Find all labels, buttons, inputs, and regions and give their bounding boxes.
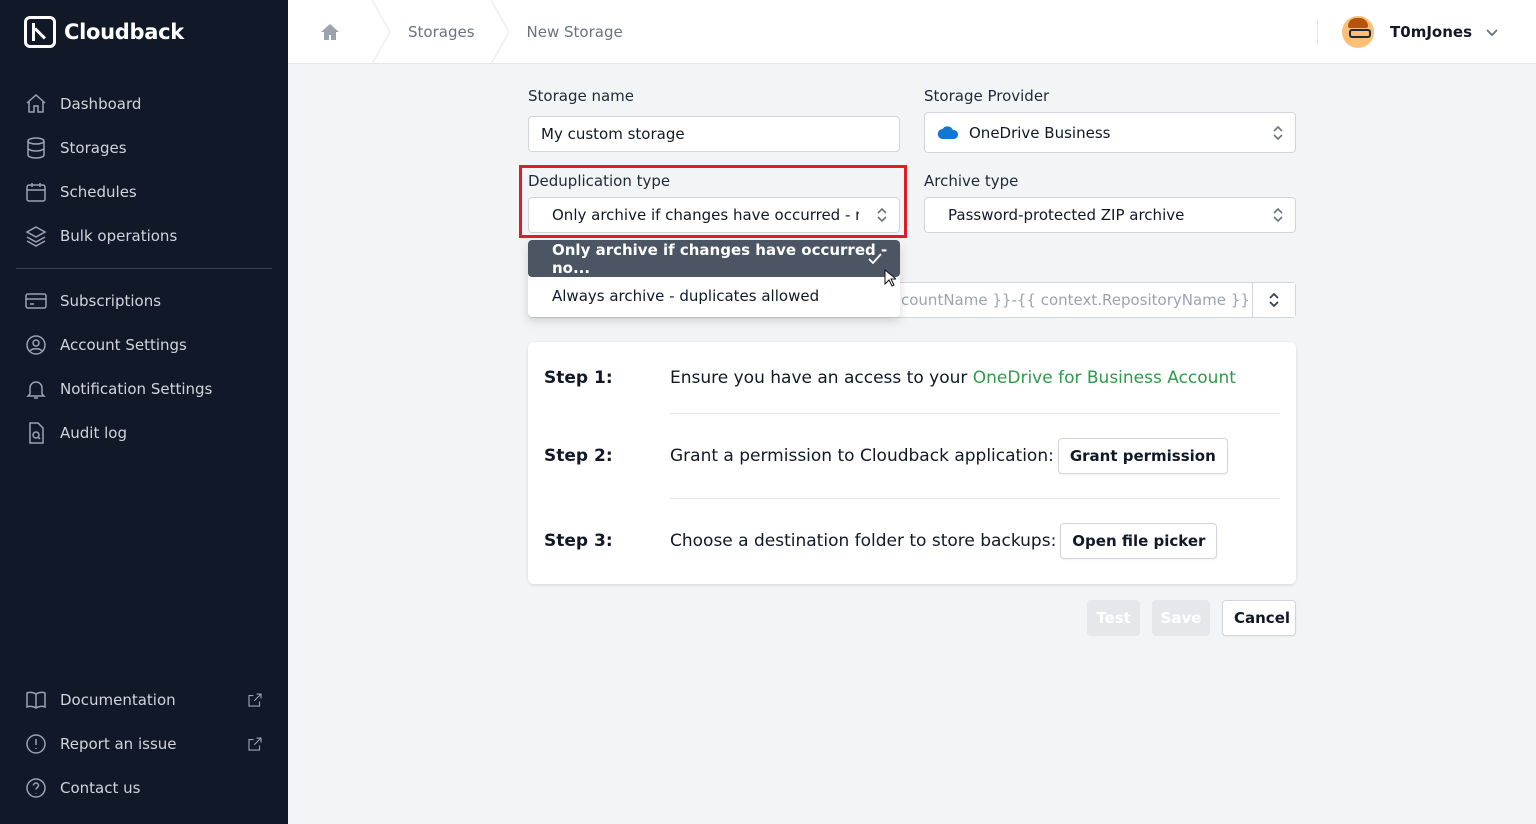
breadcrumb: Storages New Storage (288, 0, 639, 64)
exclamation-circle-icon (26, 734, 46, 754)
chevron-updown-icon (1269, 292, 1279, 308)
user-menu[interactable]: T0mJones (1317, 0, 1536, 64)
sidebar-item-label: Contact us (60, 779, 141, 797)
main-nav: Dashboard Storages Schedules Bulk operat… (16, 82, 272, 455)
storage-name-value: My custom storage (541, 125, 685, 143)
sidebar-item-label: Subscriptions (60, 292, 162, 310)
step-divider (670, 498, 1280, 499)
name-template-toggle-button[interactable] (1252, 283, 1295, 317)
select-arrows-icon (1271, 124, 1285, 142)
step-1: Step 1: Ensure you have an access to you… (544, 364, 1280, 392)
setup-steps-card: Step 1: Ensure you have an access to you… (528, 342, 1296, 584)
breadcrumb-separator (372, 0, 391, 64)
breadcrumb-new-storage: New Storage (526, 23, 623, 41)
open-file-picker-button[interactable]: Open file picker (1060, 523, 1218, 559)
focus-highlight-box (519, 165, 907, 238)
step-number: Step 1: (544, 368, 613, 388)
home-icon (26, 93, 46, 113)
archive-type-label: Archive type (924, 172, 1019, 190)
app-name: Cloudback (64, 20, 184, 44)
sidebar-item-audit-log[interactable]: Audit log (16, 411, 272, 455)
option-label: Always archive - duplicates allowed (552, 286, 820, 305)
chevron-down-icon (1486, 29, 1498, 37)
step-3: Step 3: Choose a destination folder to s… (544, 523, 1280, 559)
external-link-icon (248, 737, 262, 751)
mouse-cursor-icon (884, 269, 896, 287)
sidebar-item-label: Notification Settings (60, 380, 213, 398)
test-button[interactable]: Test (1087, 600, 1140, 636)
sidebar-item-label: Schedules (60, 183, 137, 201)
home-icon (321, 24, 339, 40)
save-button[interactable]: Save (1152, 600, 1210, 636)
breadcrumb-home[interactable] (288, 0, 372, 64)
nav-divider (16, 268, 272, 269)
layers-icon (25, 226, 47, 247)
breadcrumb-separator (490, 0, 510, 64)
sidebar-item-label: Account Settings (60, 336, 187, 354)
app-logo[interactable]: Cloudback (24, 16, 184, 48)
cloudback-logo-icon (24, 16, 56, 48)
storage-name-label: Storage name (528, 87, 634, 105)
sidebar: Cloudback Dashboard Storages Schedules B… (0, 0, 288, 824)
sidebar-item-dashboard[interactable]: Dashboard (16, 82, 272, 126)
bell-icon (26, 381, 46, 399)
step-text: Ensure you have an access to your OneDri… (670, 368, 1236, 388)
option-label: Only archive if changes have occurred - … (552, 240, 888, 277)
step-1-text: Ensure you have an access to your (670, 368, 973, 388)
onedrive-account-link[interactable]: OneDrive for Business Account (973, 368, 1236, 388)
question-circle-icon (26, 778, 46, 798)
step-number: Step 3: (544, 531, 613, 551)
sidebar-item-account-settings[interactable]: Account Settings (16, 323, 272, 367)
sidebar-item-storages[interactable]: Storages (16, 126, 272, 170)
top-header: Storages New Storage T0mJones (288, 0, 1536, 64)
cancel-button[interactable]: Cancel (1222, 600, 1296, 636)
external-link-icon (248, 693, 262, 707)
sidebar-item-label: Dashboard (60, 95, 142, 113)
archive-type-value: Password-protected ZIP archive (948, 206, 1185, 224)
sidebar-item-label: Audit log (60, 424, 127, 442)
user-circle-icon (26, 335, 46, 355)
bottom-nav: Documentation Report an issue Contact us (16, 678, 272, 810)
calendar-icon (26, 183, 46, 202)
user-name: T0mJones (1390, 23, 1472, 41)
sidebar-item-documentation[interactable]: Documentation (16, 678, 272, 722)
sidebar-item-label: Report an issue (60, 735, 177, 753)
deduplication-dropdown-menu: Only archive if changes have occurred - … (528, 240, 900, 317)
storage-name-input[interactable]: My custom storage (528, 116, 900, 152)
database-icon (27, 137, 45, 159)
avatar (1342, 16, 1375, 48)
sidebar-item-bulk-operations[interactable]: Bulk operations (16, 214, 272, 258)
sidebar-item-schedules[interactable]: Schedules (16, 170, 272, 214)
checkmark-icon (868, 252, 882, 264)
step-2: Step 2: Grant a permission to Cloudback … (544, 438, 1280, 474)
select-arrows-icon (1271, 206, 1285, 224)
step-text: Choose a destination folder to store bac… (670, 531, 1057, 551)
dropdown-option-always-archive[interactable]: Always archive - duplicates allowed (528, 277, 900, 314)
step-number: Step 2: (544, 446, 613, 466)
step-text: Grant a permission to Cloudback applicat… (670, 446, 1054, 466)
credit-card-icon (25, 293, 47, 309)
storage-provider-label: Storage Provider (924, 87, 1050, 105)
sidebar-item-label: Bulk operations (60, 227, 178, 245)
breadcrumb-storages[interactable]: Storages (392, 23, 491, 41)
archive-type-select[interactable]: Password-protected ZIP archive (924, 197, 1296, 233)
storage-provider-select[interactable]: OneDrive Business (924, 112, 1296, 153)
sidebar-item-notification-settings[interactable]: Notification Settings (16, 367, 272, 411)
sidebar-item-subscriptions[interactable]: Subscriptions (16, 279, 272, 323)
document-search-icon (29, 422, 44, 444)
book-icon (26, 691, 46, 709)
grant-permission-button[interactable]: Grant permission (1057, 438, 1228, 474)
step-divider (670, 413, 1280, 414)
dropdown-option-only-on-change[interactable]: Only archive if changes have occurred - … (528, 240, 900, 277)
name-template-value: countName }}-{{ context.RepositoryName }… (901, 291, 1250, 309)
header-divider (1317, 20, 1319, 44)
sidebar-item-report-issue[interactable]: Report an issue (16, 722, 272, 766)
sidebar-item-label: Storages (60, 139, 127, 157)
onedrive-cloud-icon (937, 125, 959, 139)
sidebar-item-label: Documentation (60, 691, 176, 709)
sidebar-item-contact-us[interactable]: Contact us (16, 766, 272, 810)
storage-provider-value: OneDrive Business (969, 123, 1111, 142)
